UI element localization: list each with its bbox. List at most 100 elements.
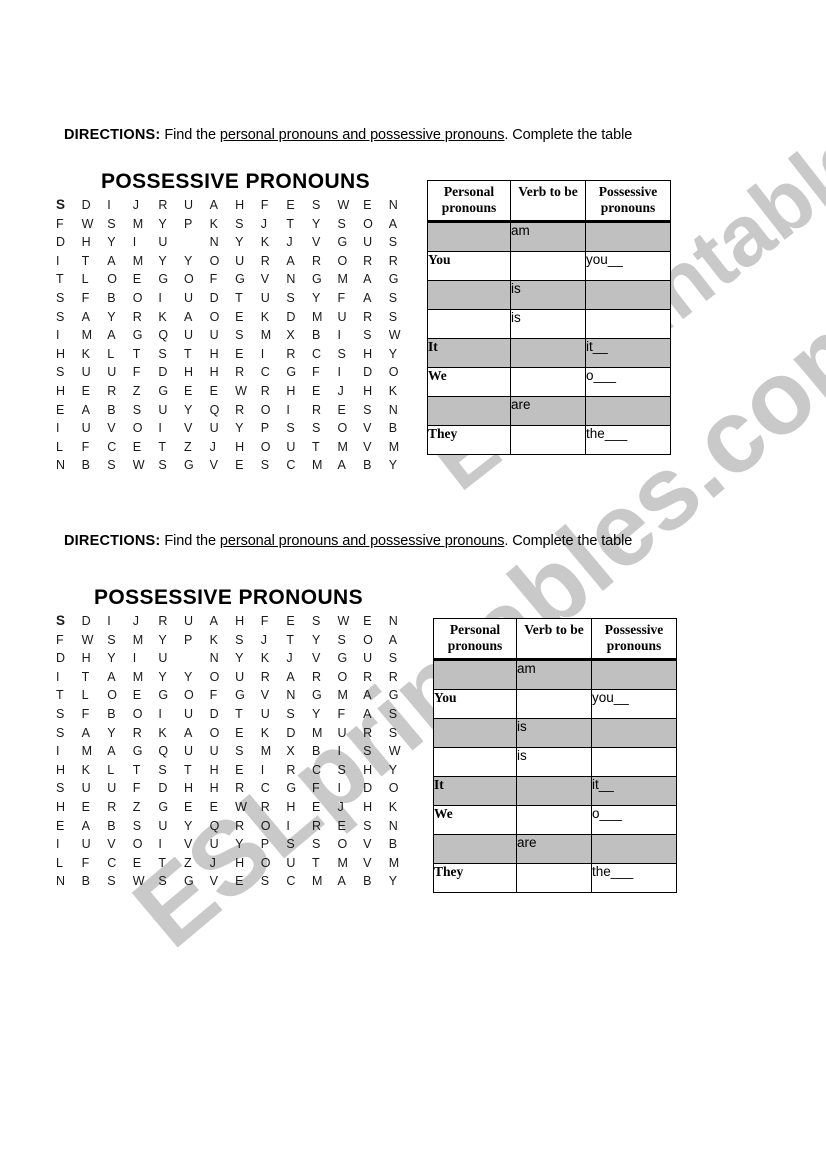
grid-cell: F <box>260 198 269 212</box>
grid-cell: W <box>132 874 145 889</box>
personal-cell[interactable] <box>433 747 517 777</box>
grid-cell: K <box>209 216 218 231</box>
personal-cell[interactable] <box>433 718 517 748</box>
grid-cell: A <box>363 290 372 305</box>
personal-cell[interactable]: We <box>427 367 511 397</box>
grid-cell: H <box>56 762 66 777</box>
verb-cell[interactable]: is <box>510 280 586 310</box>
possessive-cell[interactable]: it__ <box>591 776 677 806</box>
verb-cell[interactable] <box>510 367 586 397</box>
grid-cell: I <box>337 744 342 759</box>
grid-cell: F <box>81 439 90 454</box>
grid-cell: D <box>81 614 91 628</box>
grid-cell: Q <box>158 744 169 759</box>
grid-cell: S <box>132 402 142 417</box>
verb-cell[interactable]: are <box>516 834 592 864</box>
directions-text-1: DIRECTIONS: Find the personal pronouns a… <box>64 124 684 147</box>
grid-cell: S <box>56 725 65 740</box>
personal-cell[interactable]: It <box>427 338 511 368</box>
grid-cell: S <box>388 651 398 666</box>
personal-cell[interactable]: You <box>433 689 517 719</box>
grid-cell: L <box>56 439 63 454</box>
grid-cell: E <box>56 402 65 417</box>
grid-cell: E <box>235 874 244 889</box>
personal-cell[interactable]: We <box>433 805 517 835</box>
grid-cell: B <box>81 874 90 889</box>
personal-cell[interactable] <box>433 659 517 690</box>
grid-cell: Y <box>388 346 398 361</box>
table-row: It it__ <box>433 776 677 806</box>
verb-cell[interactable] <box>516 776 592 806</box>
grid-cell: H <box>209 346 219 361</box>
personal-cell[interactable]: They <box>433 863 517 893</box>
possessive-cell[interactable]: it__ <box>585 338 671 368</box>
grid-cell: O <box>337 837 348 852</box>
grid-cell: L <box>81 272 89 287</box>
grid-cell: T <box>286 632 294 647</box>
grid-cell: E <box>183 383 193 398</box>
verb-cell[interactable]: am <box>510 221 586 252</box>
grid-cell: H <box>183 365 193 380</box>
grid-cell: G <box>158 688 169 703</box>
verb-cell[interactable] <box>516 863 592 893</box>
table-row: is <box>427 309 671 339</box>
verb-cell[interactable] <box>510 425 586 455</box>
grid-cell: Q <box>158 328 169 343</box>
possessive-cell[interactable] <box>585 221 671 252</box>
grid-cell: J <box>286 651 293 666</box>
verb-cell[interactable] <box>510 338 586 368</box>
grid-cell: S <box>286 706 295 721</box>
personal-cell[interactable] <box>427 309 511 339</box>
verb-cell[interactable] <box>516 689 592 719</box>
grid-cell: I <box>286 402 290 417</box>
personal-cell[interactable]: You <box>427 251 511 281</box>
grid-cell: T <box>183 762 192 777</box>
verb-cell[interactable]: are <box>510 396 586 426</box>
grid-cell: Y <box>311 290 321 305</box>
grid-cell: U <box>183 328 193 343</box>
possessive-cell[interactable]: the___ <box>591 863 677 893</box>
possessive-cell[interactable]: o___ <box>591 805 677 835</box>
grid-cell: W <box>337 614 350 628</box>
grid-cell: E <box>132 439 142 454</box>
grid-cell: U <box>286 855 296 870</box>
personal-cell[interactable]: They <box>427 425 511 455</box>
possessive-cell[interactable] <box>591 834 677 864</box>
possessive-cell[interactable] <box>585 280 671 310</box>
verb-cell[interactable]: is <box>516 718 592 748</box>
possessive-cell[interactable] <box>585 309 671 339</box>
possessive-cell[interactable] <box>585 396 671 426</box>
verb-cell[interactable] <box>510 251 586 281</box>
possessive-cell[interactable] <box>591 718 677 748</box>
grid-cell: U <box>337 309 347 324</box>
grid-cell: O <box>260 818 271 833</box>
grid-cell: F <box>81 290 90 305</box>
personal-cell[interactable] <box>433 834 517 864</box>
grid-cell: A <box>209 614 218 628</box>
grid-cell: Y <box>388 874 398 889</box>
grid-cell: Z <box>132 799 141 814</box>
verb-cell[interactable]: am <box>516 659 592 690</box>
personal-cell[interactable] <box>427 396 511 426</box>
grid-cell: I <box>337 365 342 380</box>
grid-cell: B <box>311 328 321 343</box>
possessive-cell[interactable] <box>591 659 677 690</box>
personal-cell[interactable] <box>427 221 511 252</box>
grid-cell: R <box>311 253 321 268</box>
worksheet-title-1: POSSESSIVE PRONOUNS <box>101 170 371 193</box>
personal-cell[interactable]: It <box>433 776 517 806</box>
grid-cell: R <box>132 309 142 324</box>
verb-cell[interactable]: is <box>510 309 586 339</box>
grid-cell: F <box>132 365 141 380</box>
personal-cell[interactable] <box>427 280 511 310</box>
grid-cell: T <box>311 439 320 454</box>
possessive-cell[interactable] <box>591 747 677 777</box>
possessive-cell[interactable]: you__ <box>585 251 671 281</box>
possessive-cell[interactable]: the___ <box>585 425 671 455</box>
possessive-cell[interactable]: you__ <box>591 689 677 719</box>
verb-cell[interactable] <box>516 805 592 835</box>
grid-cell: F <box>337 290 346 305</box>
table-row: is <box>427 280 671 310</box>
possessive-cell[interactable]: o___ <box>585 367 671 397</box>
verb-cell[interactable]: is <box>516 747 592 777</box>
